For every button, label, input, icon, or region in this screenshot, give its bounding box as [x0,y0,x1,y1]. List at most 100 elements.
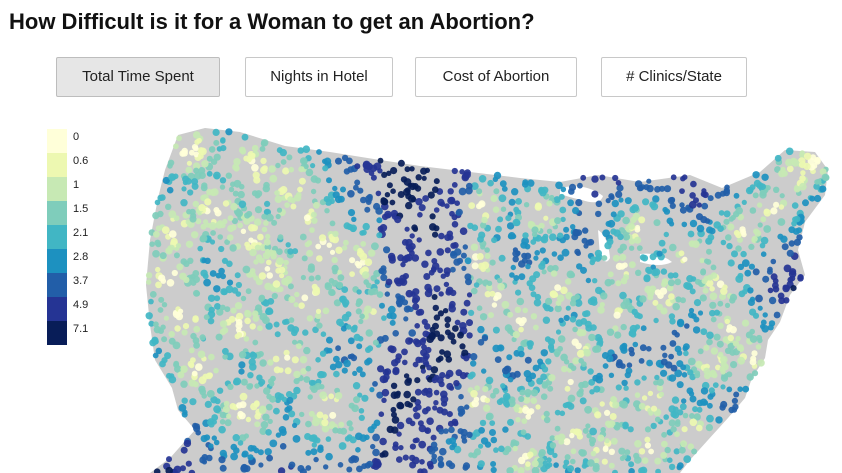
location-dot [145,312,153,320]
location-dot [471,287,478,295]
location-dot [682,256,688,262]
location-dot [163,315,169,321]
location-dot [274,190,280,196]
location-dot [275,213,281,220]
location-dot [449,210,455,217]
location-dot [697,310,704,316]
location-dot [431,266,437,272]
location-dot [274,195,283,203]
location-dot [613,229,621,237]
location-dot [338,442,347,450]
location-dot [338,195,345,203]
location-dot [421,318,428,325]
location-dot [420,167,428,175]
location-dot [477,235,484,243]
location-dot [274,331,281,338]
location-dot [410,396,417,403]
location-dot [640,325,647,332]
location-dot [597,336,603,343]
location-dot [381,397,387,403]
location-dot [448,303,455,309]
location-dot [345,311,352,318]
location-dot [597,306,605,314]
location-dot [174,325,181,332]
location-dot [226,234,234,241]
location-dot [287,324,295,332]
location-dot [391,416,400,424]
location-dot [265,233,271,240]
location-dot [392,441,399,448]
location-dot [444,247,451,254]
location-dot [254,413,261,420]
location-dot [219,184,226,190]
location-dot [405,238,413,247]
location-dot [576,349,585,358]
location-dot [634,392,641,398]
location-dot [678,250,685,257]
location-dot [773,311,781,319]
location-dot [323,196,330,203]
location-dot [397,402,405,410]
location-dot [796,227,803,234]
location-dot [358,408,365,414]
location-dot [514,407,520,413]
location-dot [677,462,684,469]
location-dot [674,332,680,338]
location-dot [365,282,372,289]
location-dot [757,359,765,367]
location-dot [288,166,295,173]
location-dot [704,258,710,264]
location-dot [404,226,410,232]
location-dot [438,291,444,297]
location-dot [535,404,541,410]
location-dot [717,351,724,358]
us-map[interactable] [0,0,842,473]
location-dot [661,431,667,438]
location-dot [621,342,628,349]
location-dot [209,188,217,197]
location-dot [376,461,382,467]
location-dot [378,267,385,274]
location-dot [326,347,333,354]
location-dot [148,298,154,305]
location-dot [332,230,339,238]
location-dot [573,229,581,237]
location-dot [286,396,294,404]
location-dot [641,375,647,381]
location-dot [471,262,479,270]
location-dot [415,403,422,411]
location-dot [540,260,546,266]
location-dot [178,404,187,412]
location-dot [724,318,730,325]
location-dot [173,143,179,150]
location-dot [583,310,591,317]
location-dot [430,366,439,374]
location-dot [720,239,727,246]
location-dot [545,358,552,365]
location-dot [689,413,695,419]
location-dot [654,457,662,465]
location-dot [300,274,306,281]
location-dot [402,359,408,366]
location-dot [791,159,800,167]
location-dot [525,461,531,467]
location-dot [310,188,317,195]
location-dot [630,331,637,338]
location-dot [252,339,259,346]
location-dot [768,296,777,305]
location-dot [245,288,252,295]
location-dot [512,247,519,253]
location-dot [159,252,167,260]
location-dot [378,411,385,418]
location-dot [175,312,184,321]
location-dot [359,371,366,378]
location-dot [149,241,155,247]
location-dot [490,461,497,467]
location-dot [268,165,276,173]
location-dot [279,443,287,450]
location-dot [350,354,358,362]
location-dot [505,446,512,453]
location-dot [431,294,438,300]
location-dot [660,268,668,275]
location-dot [406,245,414,253]
